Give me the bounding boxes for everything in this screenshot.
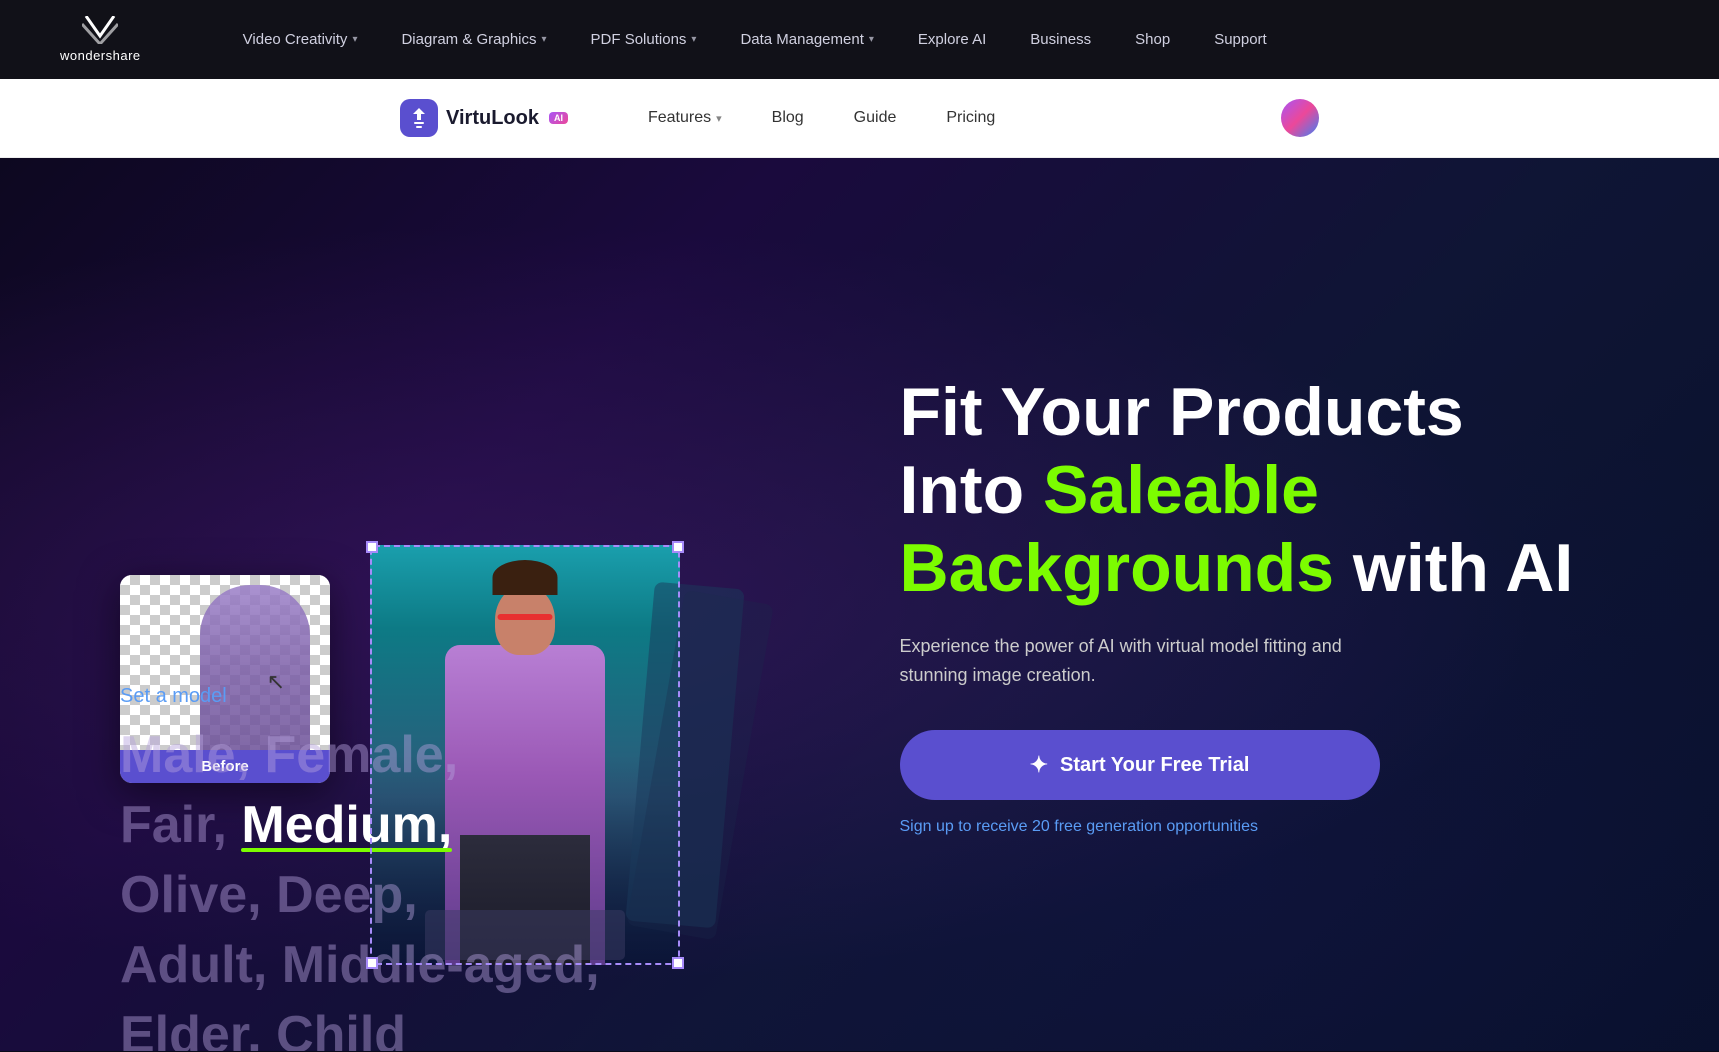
title-backgrounds: Backgrounds	[900, 530, 1335, 606]
nav-item-video-creativity[interactable]: Video Creativity ▾	[221, 0, 380, 79]
hero-subtitle: Experience the power of AI with virtual …	[900, 632, 1350, 690]
title-line1: Fit Your Products	[900, 374, 1464, 450]
chevron-down-icon: ▾	[716, 112, 722, 125]
nav-item-support[interactable]: Support	[1192, 0, 1289, 79]
corner-handle-bl	[366, 957, 378, 969]
sub-nav: VirtuLook AI Features ▾ Blog Guide Prici…	[0, 79, 1719, 158]
brand-name-text: VirtuLook	[446, 107, 539, 130]
chevron-down-icon: ▾	[869, 34, 874, 45]
title-with-ai: with AI	[1334, 530, 1573, 606]
after-container	[370, 545, 680, 965]
title-line2-prefix: Into	[900, 452, 1044, 528]
nav-item-business[interactable]: Business	[1008, 0, 1113, 79]
sub-nav-guide[interactable]: Guide	[854, 109, 897, 127]
start-trial-button[interactable]: ✦ Start Your Free Trial	[900, 730, 1380, 800]
free-signup-link[interactable]: Sign up to receive 20 free generation op…	[900, 818, 1600, 836]
nav-item-diagram-graphics[interactable]: Diagram & Graphics ▾	[379, 0, 568, 79]
hero-section: ↖ Before	[0, 158, 1719, 1051]
logo-text: wondershare	[60, 48, 141, 63]
nav-item-data-management[interactable]: Data Management ▾	[718, 0, 895, 79]
chevron-down-icon: ▾	[542, 34, 547, 45]
sub-nav-brand[interactable]: VirtuLook AI	[400, 99, 568, 137]
options-line2-prefix: Fair,	[120, 796, 241, 854]
sub-nav-blog[interactable]: Blog	[772, 109, 804, 127]
brand-logo	[400, 99, 438, 137]
hero-title: Fit Your Products Into Saleable Backgrou…	[900, 373, 1600, 608]
top-nav-links: Video Creativity ▾ Diagram & Graphics ▾ …	[221, 0, 1659, 79]
ai-badge: AI	[549, 112, 568, 124]
cursor-icon: ↖	[267, 669, 285, 695]
sub-nav-links: Features ▾ Blog Guide Pricing	[648, 109, 995, 127]
chevron-down-icon: ▾	[352, 34, 357, 45]
trial-button-label: Start Your Free Trial	[1060, 754, 1249, 777]
sub-nav-right	[1281, 99, 1319, 137]
nav-item-shop[interactable]: Shop	[1113, 0, 1192, 79]
hero-right: Fit Your Products Into Saleable Backgrou…	[820, 373, 1600, 836]
top-nav: wondershare Video Creativity ▾ Diagram &…	[0, 0, 1719, 79]
corner-handle-br	[672, 957, 684, 969]
sub-nav-pricing[interactable]: Pricing	[946, 109, 995, 127]
corner-handle-tl	[366, 541, 378, 553]
sub-nav-features[interactable]: Features ▾	[648, 109, 722, 127]
user-avatar[interactable]	[1281, 99, 1319, 137]
title-saleable: Saleable	[1043, 452, 1319, 528]
corner-handle-tr	[672, 541, 684, 553]
options-line5: Elder, Child	[120, 1006, 406, 1051]
star-icon: ✦	[1030, 752, 1048, 778]
logo[interactable]: wondershare	[60, 16, 141, 63]
nav-item-explore-ai[interactable]: Explore AI	[896, 0, 1008, 79]
selection-border	[370, 545, 680, 965]
nav-item-pdf-solutions[interactable]: PDF Solutions ▾	[569, 0, 719, 79]
chevron-down-icon: ▾	[691, 34, 696, 45]
